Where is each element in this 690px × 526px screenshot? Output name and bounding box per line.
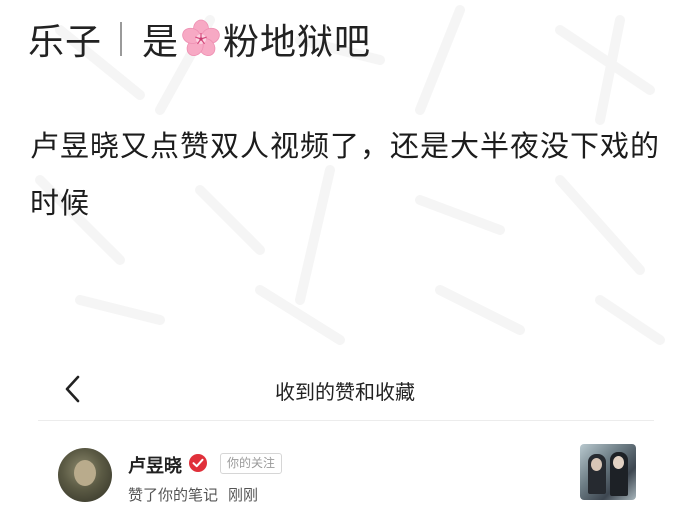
notification-username[interactable]: 卢昱晓 (128, 452, 182, 478)
notification-item[interactable]: 卢昱晓 你的关注 赞了你的笔记 刚刚 (58, 440, 638, 520)
group-title-prefix[interactable]: 是 (142, 13, 179, 65)
nav-divider (38, 420, 654, 421)
thumbnail-face (591, 458, 602, 471)
note-thumbnail[interactable] (580, 444, 636, 500)
post-header: 乐子 是 粉地狱吧 (28, 14, 371, 64)
thumbnail-face (613, 456, 624, 469)
follow-badge: 你的关注 (220, 453, 283, 474)
avatar[interactable] (58, 448, 112, 502)
page: 乐子 是 粉地狱吧 卢昱晓又点赞双人视频了，还是大半夜没下戏的时候 收到的赞和收… (0, 0, 690, 526)
action-text: 赞了你的笔记 (128, 486, 219, 504)
author-name[interactable]: 乐子 (28, 13, 102, 65)
verified-badge-icon (189, 454, 207, 472)
avatar-face (74, 460, 96, 486)
header-divider (120, 22, 123, 56)
notification-action: 赞了你的笔记 刚刚 (128, 484, 258, 505)
group-title-suffix[interactable]: 粉地狱吧 (223, 13, 371, 65)
action-time: 刚刚 (228, 486, 259, 504)
screenshot-nav-bar: 收到的赞和收藏 (0, 368, 690, 412)
post-body-text: 卢昱晓又点赞双人视频了，还是大半夜没下戏的时候 (30, 129, 661, 220)
nav-title: 收到的赞和收藏 (275, 380, 415, 404)
cherry-blossom-icon (182, 19, 220, 57)
